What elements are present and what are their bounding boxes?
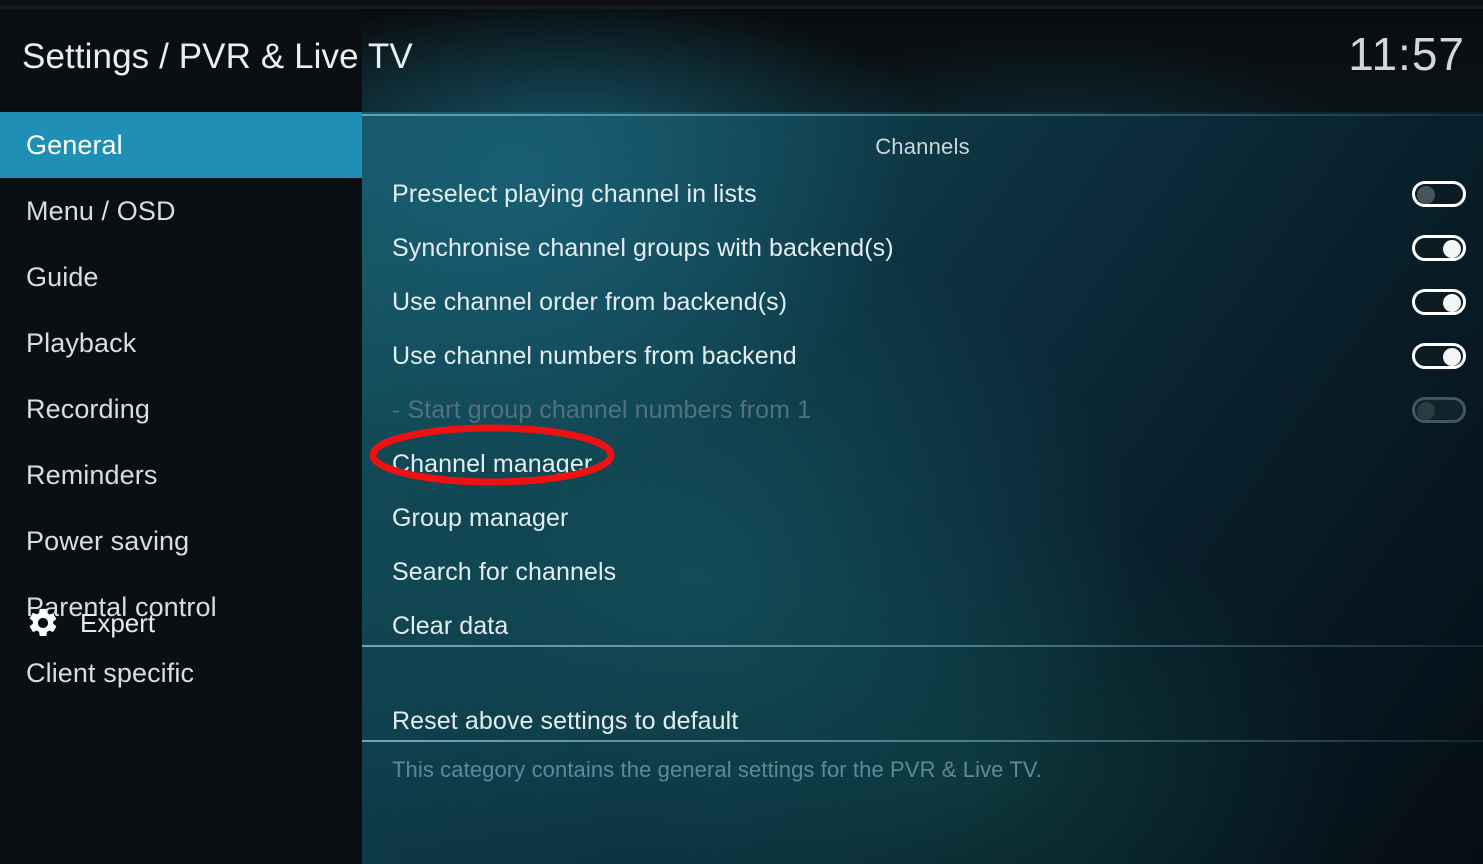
sidebar-item-label: Guide [26, 261, 99, 292]
toggle-switch[interactable] [1412, 235, 1466, 261]
sidebar-item-guide[interactable]: Guide [0, 244, 362, 310]
toggle-knob [1443, 294, 1461, 312]
sidebar-item-label: Power saving [26, 525, 190, 556]
sidebar-item-label: Client specific [26, 657, 195, 688]
settings-row-label: Preselect playing channel in lists [392, 179, 757, 208]
settings-row-group-manager[interactable]: Group manager [362, 491, 1483, 545]
settings-row-label: Search for channels [392, 557, 617, 586]
content-top-separator [362, 114, 1483, 116]
toggle-knob [1417, 402, 1435, 420]
settings-row-label: Group manager [392, 503, 569, 532]
settings-category-sidebar: General Menu / OSD Guide Playback Recording R… [0, 112, 362, 864]
header-background-glow [362, 9, 1483, 112]
settings-row-search-for-channels[interactable]: Search for channels [362, 545, 1483, 599]
settings-row-preselect-playing-channel-in-lists[interactable]: Preselect playing channel in lists [362, 167, 1483, 221]
settings-row-label: Clear data [392, 611, 509, 640]
toggle-switch[interactable] [1412, 181, 1466, 207]
toggle-switch [1412, 397, 1466, 423]
settings-separator-above-reset [362, 645, 1483, 647]
sidebar-item-label: Playback [26, 327, 137, 358]
sidebar-item-label: Reminders [26, 459, 158, 490]
settings-row-start-group-channel-numbers-from-1: - Start group channel numbers from 1 [362, 383, 1483, 437]
page-title: Settings / PVR & Live TV [22, 37, 413, 76]
sidebar-item-expert-label: Expert [80, 607, 156, 638]
sidebar-item-label: Recording [26, 393, 150, 424]
clock: 11:57 [1348, 28, 1465, 80]
settings-row-label: - Start group channel numbers from 1 [392, 395, 812, 424]
settings-row-synchronise-channel-groups-with-backend-s[interactable]: Synchronise channel groups with backend(… [362, 221, 1483, 275]
sidebar-item-label: General [26, 129, 123, 160]
gear-icon [26, 606, 60, 640]
settings-row-use-channel-numbers-from-backend[interactable]: Use channel numbers from backend [362, 329, 1483, 383]
category-description: This category contains the general setti… [392, 757, 1042, 782]
top-edge-strip-inner [0, 0, 1483, 5]
sidebar-item-playback[interactable]: Playback [0, 310, 362, 376]
sidebar-item-general[interactable]: General [0, 112, 362, 178]
top-edge-strip [0, 0, 1483, 9]
toggle-knob [1443, 240, 1461, 258]
settings-separator-above-description [362, 740, 1483, 742]
sidebar-item-recording[interactable]: Recording [0, 376, 362, 442]
settings-content-panel: Channels Preselect playing channel in li… [362, 112, 1483, 864]
settings-row-label: Channel manager [392, 449, 593, 478]
sidebar-item-menu-osd[interactable]: Menu / OSD [0, 178, 362, 244]
kodi-settings-screen: Settings / PVR & Live TV 11:57 General Me… [0, 0, 1483, 864]
toggle-knob [1417, 186, 1435, 204]
settings-row-label: Use channel numbers from backend [392, 341, 797, 370]
section-header-channels: Channels [875, 134, 970, 159]
sidebar-item-power-saving[interactable]: Power saving [0, 508, 362, 574]
settings-row-label: Synchronise channel groups with backend(… [392, 233, 894, 262]
sidebar-item-reminders[interactable]: Reminders [0, 442, 362, 508]
sidebar-item-expert[interactable]: Expert [0, 590, 362, 656]
settings-row-use-channel-order-from-backend-s[interactable]: Use channel order from backend(s) [362, 275, 1483, 329]
settings-row-label: Reset above settings to default [392, 706, 739, 735]
settings-row-label: Use channel order from backend(s) [392, 287, 788, 316]
settings-row-channel-manager[interactable]: Channel manager [362, 437, 1483, 491]
toggle-knob [1443, 348, 1461, 366]
sidebar-item-label: Menu / OSD [26, 195, 176, 226]
window-header: Settings / PVR & Live TV 11:57 [0, 9, 1483, 112]
toggle-switch[interactable] [1412, 343, 1466, 369]
toggle-switch[interactable] [1412, 289, 1466, 315]
